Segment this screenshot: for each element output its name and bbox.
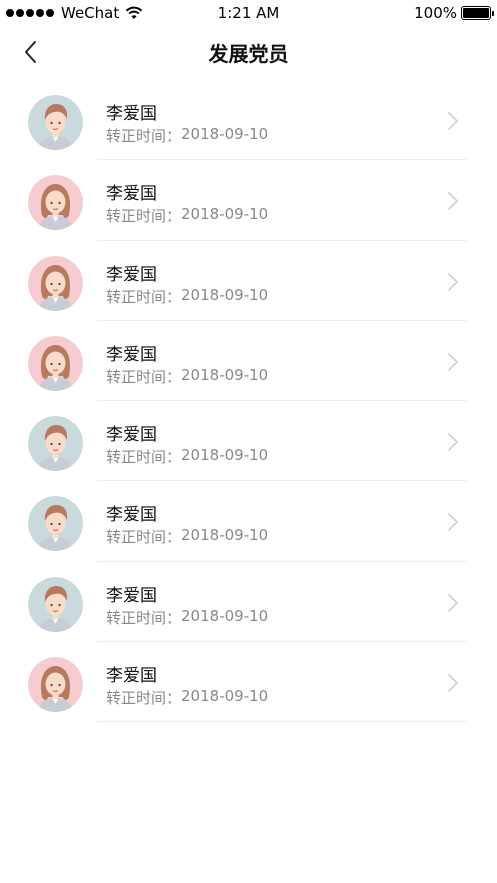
female-avatar-icon: [28, 335, 83, 391]
member-name: 李爱国: [106, 585, 157, 606]
regularization-label: 转正时间：: [106, 608, 182, 627]
avatar: [28, 95, 83, 150]
nav-bar: 发展党员: [0, 26, 497, 80]
chevron-right-icon: [448, 272, 458, 291]
regularization-date: 2018-09-10: [181, 125, 269, 143]
list-item[interactable]: 李爱国 转正时间： 2018-09-10: [0, 321, 497, 402]
regularization-date: 2018-09-10: [181, 365, 269, 384]
avatar: [28, 255, 83, 311]
regularization-label: 转正时间：: [106, 448, 182, 467]
chevron-right-icon: [448, 112, 458, 130]
avatar: [28, 416, 83, 472]
regularization-date: 2018-09-10: [181, 205, 269, 224]
member-list: 李爱国 转正时间： 2018-09-10 李爱国 转正时间： 2018-09-1…: [0, 80, 497, 723]
regularization-info: 转正时间： 2018-09-10: [106, 125, 268, 146]
avatar: [28, 496, 83, 552]
battery-icon: [461, 6, 494, 20]
member-name: 李爱国: [106, 264, 157, 285]
regularization-label: 转正时间：: [106, 287, 182, 306]
status-bar-right: 100%: [414, 4, 494, 22]
member-name: 李爱国: [106, 344, 157, 365]
list-item[interactable]: 李爱国 转正时间： 2018-09-10: [0, 481, 497, 562]
regularization-date: 2018-09-10: [181, 446, 269, 465]
member-name: 李爱国: [106, 505, 157, 526]
member-name: 李爱国: [106, 184, 157, 205]
status-bar: WeChat 1:21 AM 100%: [0, 0, 497, 26]
regularization-info: 转正时间： 2018-09-10: [106, 366, 268, 387]
regularization-info: 转正时间： 2018-09-10: [106, 286, 268, 307]
female-avatar-icon: [28, 175, 83, 231]
chevron-right-icon: [448, 513, 458, 532]
avatar: [28, 576, 83, 632]
regularization-info: 转正时间： 2018-09-10: [106, 687, 268, 708]
female-avatar-icon: [28, 255, 83, 311]
member-name: 李爱国: [106, 425, 157, 446]
chevron-right-icon: [448, 674, 458, 692]
regularization-info: 转正时间： 2018-09-10: [106, 446, 268, 467]
chevron-right-icon: [448, 192, 458, 211]
regularization-info: 转正时间： 2018-09-10: [106, 526, 268, 547]
chevron-right-icon: [448, 433, 458, 451]
regularization-label: 转正时间：: [106, 367, 182, 386]
chevron-right-icon: [448, 353, 458, 371]
page-title: 发展党员: [208, 42, 289, 66]
regularization-label: 转正时间：: [106, 528, 182, 547]
member-name: 李爱国: [106, 104, 157, 124]
regularization-info: 转正时间： 2018-09-10: [106, 607, 268, 628]
avatar: [28, 657, 83, 713]
regularization-date: 2018-09-10: [181, 526, 269, 545]
male-avatar-icon: [28, 576, 83, 632]
male-avatar-icon: [28, 496, 83, 552]
regularization-label: 转正时间：: [106, 207, 182, 226]
list-item[interactable]: 李爱国 转正时间： 2018-09-10: [0, 401, 497, 482]
regularization-info: 转正时间： 2018-09-10: [106, 205, 268, 226]
battery-percent: 100%: [414, 4, 457, 22]
avatar: [28, 335, 83, 391]
list-item[interactable]: 李爱国 转正时间： 2018-09-10: [0, 80, 497, 161]
regularization-label: 转正时间：: [106, 127, 182, 145]
regularization-date: 2018-09-10: [181, 687, 269, 706]
chevron-right-icon: [448, 593, 458, 612]
list-item[interactable]: 李爱国 转正时间： 2018-09-10: [0, 241, 497, 321]
regularization-label: 转正时间：: [106, 689, 182, 708]
avatar: [28, 175, 83, 231]
list-item[interactable]: 李爱国 转正时间： 2018-09-10: [0, 562, 497, 643]
female-avatar-icon: [28, 657, 83, 713]
male-avatar-icon: [28, 95, 83, 150]
list-item[interactable]: 李爱国 转正时间： 2018-09-10: [0, 160, 497, 241]
regularization-date: 2018-09-10: [181, 285, 269, 304]
member-name: 李爱国: [106, 666, 157, 687]
row-divider: [97, 721, 466, 723]
regularization-date: 2018-09-10: [181, 606, 269, 625]
list-item[interactable]: 李爱国 转正时间： 2018-09-10: [0, 642, 497, 723]
male-avatar-icon: [28, 416, 83, 472]
